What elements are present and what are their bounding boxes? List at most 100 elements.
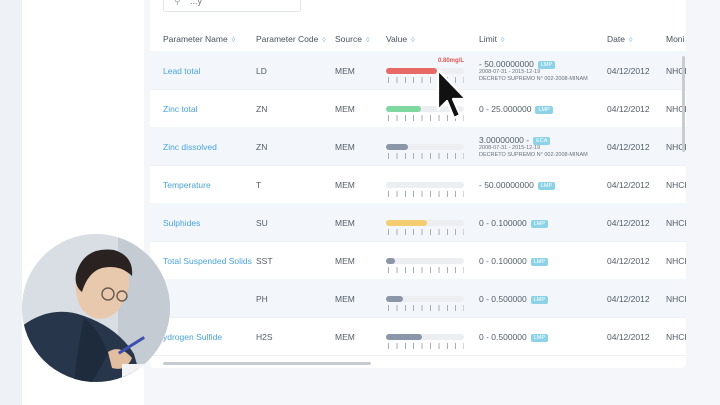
limit: 0 - 0.500000 LMP	[479, 332, 549, 342]
value-gauge	[386, 177, 466, 199]
monitor: NHCI	[666, 180, 686, 190]
sort-icon[interactable]: ◊	[366, 37, 369, 44]
date: 04/12/2012	[607, 142, 650, 152]
gauge-fill	[386, 220, 427, 226]
date: 04/12/2012	[607, 294, 650, 304]
parameter-code: T	[256, 180, 262, 190]
sort-icon[interactable]: ◊	[629, 37, 632, 44]
parameter-name-link[interactable]: Temperature	[163, 180, 211, 190]
parameter-name-link[interactable]: Zinc total	[163, 104, 198, 114]
column-header-source[interactable]: Source ◊	[335, 34, 369, 44]
gauge-track	[386, 296, 464, 302]
monitor: NHCI	[666, 218, 686, 228]
parameter-code: ZN	[256, 104, 268, 114]
limit-value: 0 - 0.100000	[479, 218, 527, 228]
person-writing-image	[22, 234, 170, 382]
monitor: NHCI	[666, 294, 686, 304]
sort-icon[interactable]: ◊	[411, 37, 414, 44]
gauge-ticks	[388, 229, 464, 235]
monitor: NHCI	[666, 332, 686, 342]
source: MEM	[335, 142, 355, 152]
limit-date-range: 2008-07-31 - 2015-12-19	[479, 69, 541, 75]
date: 04/12/2012	[607, 66, 650, 76]
limit: 0 - 0.100000 LMP	[479, 256, 549, 266]
value-gauge	[386, 215, 466, 237]
gauge-ticks	[388, 153, 464, 159]
gauge-ticks	[388, 343, 464, 349]
table-row[interactable]: Zinc dissolved ZN MEM 3.00000000 - ECA 20…	[150, 127, 686, 166]
source: MEM	[335, 218, 355, 228]
limit-badge: LMP	[530, 296, 549, 304]
gauge-fill	[386, 68, 438, 74]
mouse-cursor-icon	[436, 68, 468, 120]
source: MEM	[335, 180, 355, 190]
table-row[interactable]: Zinc total ZN MEM 0 - 25.000000 LMP 04/12…	[150, 89, 686, 128]
parameter-name-link[interactable]: Zinc dissolved	[163, 142, 217, 152]
limit: 0 - 0.100000 LMP	[479, 218, 549, 228]
horizontal-scrollbar[interactable]	[163, 362, 371, 365]
parameter-name-link[interactable]: Sulphides	[163, 218, 200, 228]
limit-badge: ECA	[533, 137, 551, 145]
parameter-name-link[interactable]: ydrogen Sulfide	[163, 332, 222, 342]
limit-badge: LMP	[537, 61, 556, 69]
gauge-track	[386, 334, 464, 340]
source: MEM	[335, 332, 355, 342]
limit-decree: DECRETO SUPREMO N° 002-2008-MINAM	[479, 76, 588, 82]
parameter-code: H2S	[256, 332, 273, 342]
vertical-scrollbar[interactable]	[682, 56, 685, 152]
search-input[interactable]	[188, 0, 296, 7]
gauge-track	[386, 182, 464, 188]
parameters-table-card: ⚲ Parameter Name◊ Parameter Code◊ Source…	[150, 0, 686, 368]
gauge-ticks	[388, 191, 464, 197]
app-sidebar	[0, 0, 22, 405]
column-header-parameter-code[interactable]: Parameter Code ◊	[256, 34, 326, 44]
date: 04/12/2012	[607, 218, 650, 228]
gauge-ticks	[388, 267, 464, 273]
table-row[interactable]: ydrogen Sulfide H2S MEM 0 - 0.500000 LMP …	[150, 317, 686, 356]
limit: - 50.00000000 LMP	[479, 180, 556, 190]
sort-icon[interactable]: ◊	[322, 37, 325, 44]
gauge-track	[386, 258, 464, 264]
value-gauge	[386, 139, 466, 161]
parameter-name-link[interactable]: Lead total	[163, 66, 200, 76]
sort-icon[interactable]: ◊	[232, 37, 235, 44]
source: MEM	[335, 294, 355, 304]
search-box[interactable]: ⚲	[163, 0, 301, 12]
gauge-fill	[386, 106, 422, 112]
search-icon: ⚲	[174, 0, 181, 6]
limit-badge: LMP	[530, 220, 549, 228]
value-label: 0.80mg/L	[437, 58, 464, 64]
parameter-code: LD	[256, 66, 267, 76]
column-header-parameter-name[interactable]: Parameter Name ◊	[163, 34, 235, 44]
parameter-name-link[interactable]: Total Suspended Solids	[163, 256, 252, 266]
value-gauge	[386, 329, 466, 351]
table-row[interactable]: Total Suspended Solids SST MEM 0 - 0.100…	[150, 241, 686, 280]
date: 04/12/2012	[607, 256, 650, 266]
source: MEM	[335, 104, 355, 114]
table-row[interactable]: Lead total LD MEM 0.80mg/L - 50.00000000…	[150, 51, 686, 90]
table-row[interactable]: H PH MEM 0 - 0.500000LMP 04/12/2012 NHCI	[150, 279, 686, 318]
sort-icon[interactable]: ◊	[501, 37, 504, 44]
limit-decree: DECRETO SUPREMO N° 002-2008-MINAM	[479, 152, 588, 158]
column-header-monitor[interactable]: Moni	[666, 34, 684, 44]
table-row[interactable]: Sulphides SU MEM 0 - 0.100000 LMP 04/12/2…	[150, 203, 686, 242]
column-header-date[interactable]: Date ◊	[607, 34, 632, 44]
parameter-code: SU	[256, 218, 268, 228]
gauge-track	[386, 220, 464, 226]
limit-value: 0 - 25.000000	[479, 104, 532, 114]
table-row[interactable]: Temperature T MEM - 50.00000000 LMP 04/12…	[150, 165, 686, 204]
date: 04/12/2012	[607, 104, 650, 114]
column-header-limit[interactable]: Limit ◊	[479, 34, 504, 44]
presenter-photo	[22, 234, 170, 382]
date: 04/12/2012	[607, 180, 650, 190]
limit-badge: LMP	[530, 334, 549, 342]
limit-value: 0 - 0.500000	[479, 332, 527, 342]
limit-badge: LMP	[535, 106, 553, 114]
gauge-fill	[386, 258, 396, 264]
column-header-value[interactable]: Value ◊	[386, 34, 415, 44]
value-gauge	[386, 253, 466, 275]
limit-value: 3.00000000 -	[479, 135, 530, 145]
gauge-fill	[386, 334, 422, 340]
date: 04/12/2012	[607, 332, 650, 342]
limit: 0 - 25.000000 LMP	[479, 104, 553, 114]
